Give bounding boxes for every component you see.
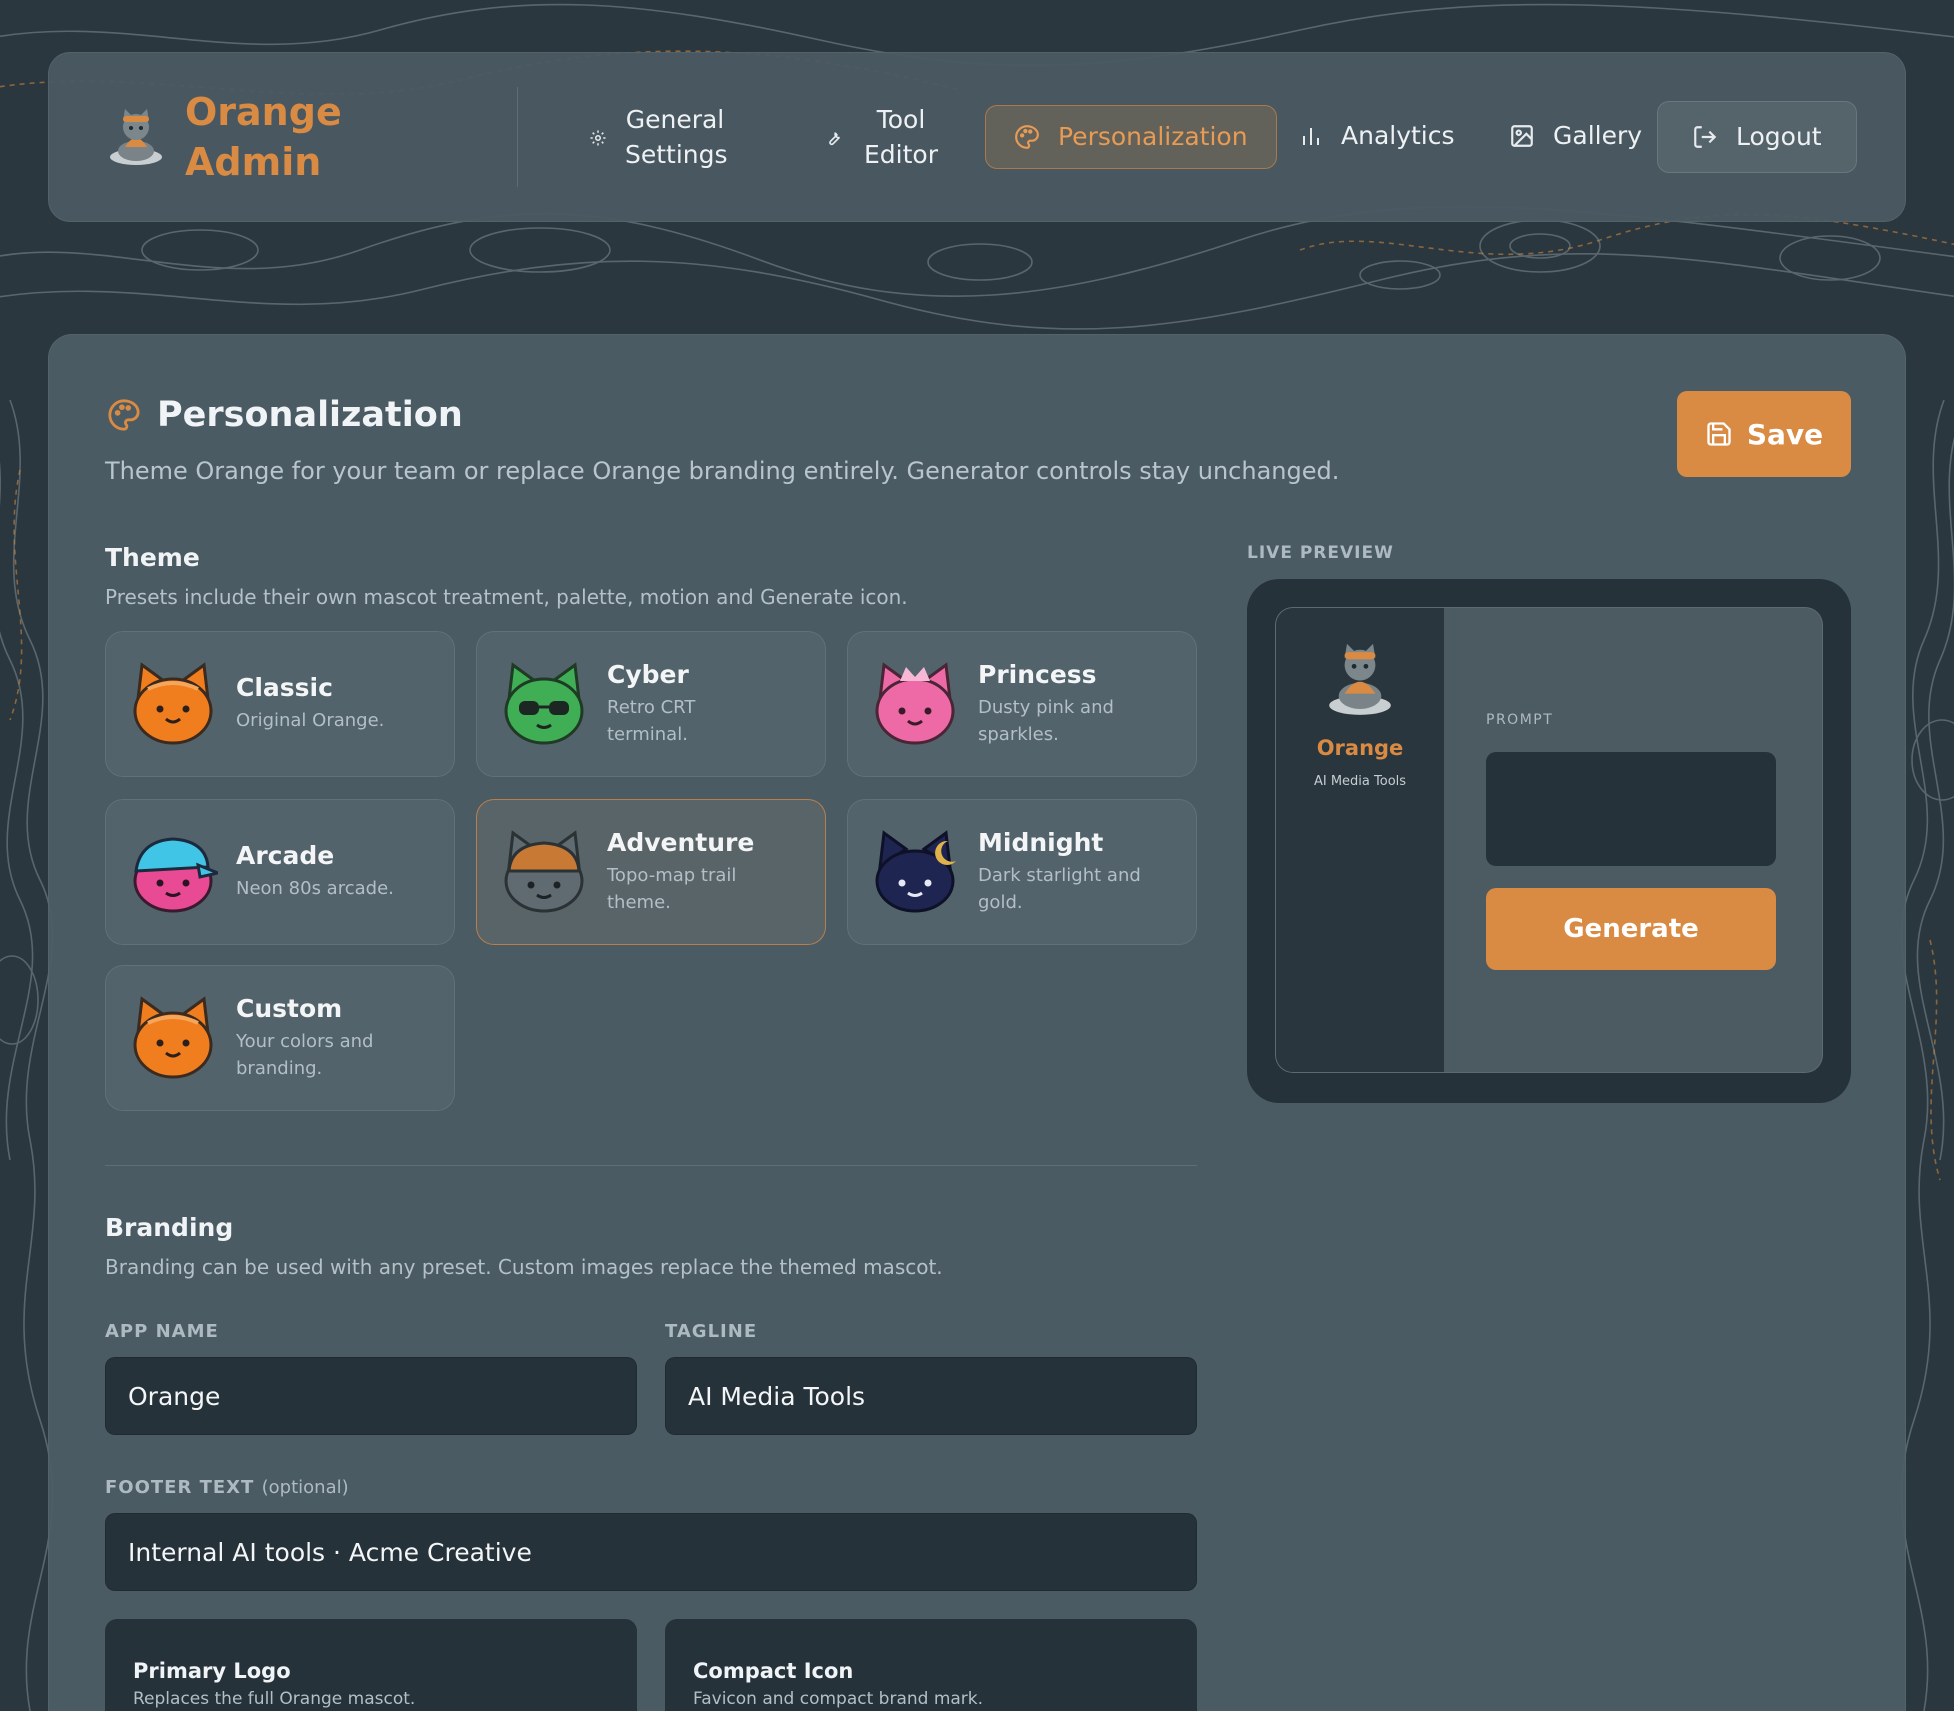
theme-card-custom[interactable]: Custom Your colors and branding. <box>105 965 455 1111</box>
brand-title: Orange Admin <box>185 90 342 185</box>
preview-prompt-box <box>1486 752 1776 866</box>
nav-gallery-label: Gallery <box>1553 121 1643 150</box>
orange-cat-icon <box>133 662 213 745</box>
section-divider <box>105 1165 1197 1166</box>
green-cat-sunglasses-icon <box>504 662 584 745</box>
primary-logo-title: Primary Logo <box>133 1659 291 1683</box>
theme-name: Arcade <box>236 841 335 871</box>
compact-icon-title: Compact Icon <box>693 1659 854 1683</box>
grey-cat-beanie-icon <box>504 830 584 913</box>
nav-analytics[interactable]: Analytics <box>1299 119 1455 154</box>
top-navbar: Orange Admin General Settings Tool Edito… <box>48 52 1906 222</box>
theme-desc: Retro CRT terminal. <box>607 696 696 745</box>
preview-sidebar: Orange AI Media Tools <box>1276 608 1444 1072</box>
page-title-text: Personalization <box>157 395 463 435</box>
compact-icon-desc: Favicon and compact brand mark. <box>693 1689 984 1709</box>
theme-card-arcade[interactable]: Arcade Neon 80s arcade. <box>105 799 455 945</box>
preview-generate-button: Generate <box>1486 888 1776 970</box>
palette-icon <box>1015 125 1039 149</box>
app-name-input[interactable]: Orange <box>105 1357 637 1435</box>
primary-logo-desc: Replaces the full Orange mascot. <box>133 1689 416 1709</box>
theme-desc: Neon 80s arcade. <box>236 878 394 900</box>
gear-icon <box>590 130 606 145</box>
footer-text-label: FOOTER TEXT (optional) <box>105 1477 349 1498</box>
nav-gallery[interactable]: Gallery <box>1509 119 1642 154</box>
nav-analytics-label: Analytics <box>1341 121 1455 150</box>
preview-prompt-label: PROMPT <box>1486 712 1554 728</box>
app-name-label: APP NAME <box>105 1321 219 1342</box>
footer-optional-hint: (optional) <box>261 1477 349 1498</box>
orange-mascot-icon <box>1329 643 1391 715</box>
nav-personalization-label: Personalization <box>1058 121 1248 151</box>
theme-name: Classic <box>236 673 333 703</box>
branding-description: Branding can be used with any preset. Cu… <box>105 1255 943 1279</box>
theme-desc: Your colors and branding. <box>236 1030 374 1079</box>
theme-card-princess[interactable]: Princess Dusty pink and sparkles. <box>847 631 1197 777</box>
theme-card-adventure[interactable]: Adventure Topo-map trail theme. <box>476 799 826 945</box>
nav-tool-editor-label: Tool Editor <box>864 105 938 169</box>
orange-mascot-icon <box>110 109 162 166</box>
pink-cat-crown-icon <box>875 662 955 745</box>
nav-divider <box>517 87 518 187</box>
theme-name: Midnight <box>978 827 1104 857</box>
tagline-input[interactable]: AI Media Tools <box>665 1357 1197 1435</box>
live-preview-frame: Orange AI Media Tools PROMPT Generate <box>1247 579 1851 1103</box>
theme-card-classic[interactable]: Classic Original Orange. <box>105 631 455 777</box>
save-button[interactable]: Save <box>1677 391 1851 477</box>
nav-general-settings-label: General Settings <box>625 105 728 169</box>
theme-card-midnight[interactable]: Midnight Dark starlight and gold. <box>847 799 1197 945</box>
live-preview-label: LIVE PREVIEW <box>1247 543 1394 563</box>
tagline-label: TAGLINE <box>665 1321 758 1342</box>
wrench-icon <box>829 131 841 145</box>
nav-tool-editor[interactable]: Tool Editor <box>823 103 941 172</box>
save-label: Save <box>1746 417 1824 451</box>
theme-card-cyber[interactable]: Cyber Retro CRT terminal. <box>476 631 826 777</box>
theme-name: Custom <box>236 993 343 1023</box>
personalization-panel: Personalization Theme Orange for your te… <box>48 334 1906 1711</box>
nav-personalization[interactable]: Personalization <box>985 105 1277 169</box>
footer-text-input[interactable]: Internal AI tools · Acme Creative <box>105 1513 1197 1591</box>
palette-icon <box>108 399 140 431</box>
theme-description: Presets include their own mascot treatme… <box>105 585 908 609</box>
theme-name: Princess <box>978 659 1097 689</box>
theme-desc: Original Orange. <box>236 710 385 732</box>
compact-icon-upload[interactable]: Compact Icon Favicon and compact brand m… <box>665 1619 1197 1711</box>
brand[interactable]: Orange Admin <box>105 87 345 187</box>
pink-cat-cap-icon <box>133 837 218 913</box>
theme-title: Theme <box>105 543 200 572</box>
theme-desc: Topo-map trail theme. <box>607 864 737 913</box>
logout-label: Logout <box>1736 121 1822 151</box>
save-icon <box>1707 422 1731 446</box>
bar-chart-icon <box>1303 128 1319 146</box>
theme-name: Cyber <box>607 659 689 689</box>
theme-desc: Dusty pink and sparkles. <box>978 696 1114 745</box>
page-description: Theme Orange for your team or replace Or… <box>105 457 1340 485</box>
theme-desc: Dark starlight and gold. <box>978 864 1141 913</box>
preview-tagline: AI Media Tools <box>1313 774 1407 789</box>
orange-cat-icon <box>133 996 213 1079</box>
logout-icon <box>1694 126 1717 148</box>
nav-general-settings[interactable]: General Settings <box>589 103 728 172</box>
page-title: Personalization <box>107 395 463 435</box>
primary-logo-upload[interactable]: Primary Logo Replaces the full Orange ma… <box>105 1619 637 1711</box>
theme-name: Adventure <box>607 827 755 857</box>
navy-cat-moon-icon <box>875 830 956 913</box>
branding-title: Branding <box>105 1213 234 1242</box>
logout-button[interactable]: Logout <box>1657 101 1857 173</box>
live-preview-screen: Orange AI Media Tools PROMPT Generate <box>1275 607 1823 1073</box>
preview-app-name: Orange <box>1316 736 1404 760</box>
footer-text-label-main: FOOTER TEXT <box>105 1477 255 1498</box>
image-icon <box>1511 125 1533 148</box>
